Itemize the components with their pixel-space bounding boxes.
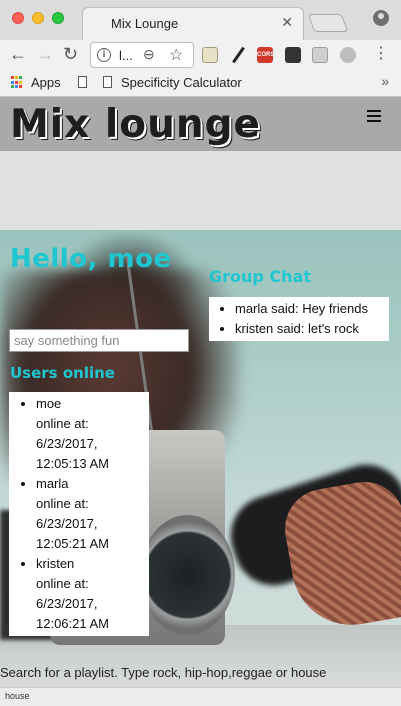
info-icon[interactable]: i [97, 48, 111, 62]
chat-message-list: marla said: Hey friends kristen said: le… [209, 297, 389, 341]
apps-grid-dot [15, 80, 18, 84]
users-online-list: moe online at: 6/23/2017, 12:05:13 AM ma… [9, 392, 149, 636]
tab-title: Mix Lounge [111, 16, 179, 31]
address-text: l... [119, 48, 133, 63]
apps-grid-dot [19, 80, 22, 84]
page-icon [103, 76, 112, 88]
tab-bar: Mix Lounge ✕ [0, 0, 401, 40]
browser-tab[interactable]: Mix Lounge ✕ [82, 7, 304, 40]
chat-message: marla said: Hey friends [235, 299, 383, 319]
user-status-label: online at: [36, 576, 89, 591]
cors-extension-icon[interactable]: CORS [257, 47, 274, 63]
user-status-time: 12:05:21 AM [36, 536, 109, 551]
user-list-item: kristen online at: 6/23/2017, 12:06:21 A… [36, 554, 143, 634]
apps-grid-dot [19, 85, 22, 89]
hero-section: Hello, moe Group Chat marla said: Hey fr… [0, 230, 401, 687]
greeting-heading: Hello, moe [10, 244, 172, 274]
new-tab-button[interactable] [307, 14, 349, 32]
user-status-date: 6/23/2017, [36, 516, 98, 531]
address-bar[interactable]: i l... ⊖ ☆ [90, 42, 194, 68]
apps-grid-dot [11, 85, 14, 89]
playlist-search-hint: Search for a playlist. Type rock, hip-ho… [0, 665, 327, 680]
browser-status-bar: house [0, 687, 401, 706]
header-band [0, 151, 401, 230]
apps-grid-dot [11, 76, 14, 79]
user-status-time: 12:06:21 AM [36, 616, 109, 631]
hamburger-menu-icon[interactable] [367, 110, 381, 122]
apps-grid-dot [15, 85, 18, 89]
window-maximize-button[interactable] [52, 12, 64, 24]
user-status-label: online at: [36, 496, 89, 511]
window-minimize-button[interactable] [32, 12, 44, 24]
browser-toolbar: ← → ↻ i l... ⊖ ☆ CORS ⋮ [0, 40, 401, 70]
group-chat-heading: Group Chat [209, 267, 312, 286]
bookmarks-overflow-icon[interactable]: » [381, 73, 389, 89]
user-name: moe [36, 396, 62, 411]
refresh-extension-icon[interactable] [340, 47, 356, 63]
pen-extension-icon[interactable] [230, 47, 246, 63]
site-logo[interactable]: Mix lounge [10, 103, 261, 147]
bookmark-specificity-calculator[interactable]: Specificity Calculator [121, 75, 242, 90]
page-icon[interactable] [78, 76, 87, 88]
user-status-label: online at: [36, 416, 89, 431]
profile-icon[interactable] [373, 10, 389, 26]
hamburger-bar [367, 110, 381, 112]
tab-close-icon[interactable]: ✕ [281, 14, 293, 31]
message-input[interactable] [9, 329, 189, 352]
hamburger-bar [367, 115, 381, 117]
page-content: Mix lounge Hello, moe Group Chat marla s… [0, 97, 401, 687]
users-online-heading: Users online [10, 364, 115, 382]
user-name: kristen [36, 556, 75, 571]
user-name: marla [36, 476, 69, 491]
back-arrow-icon[interactable]: ← [9, 44, 27, 64]
apps-grid-icon[interactable] [11, 76, 24, 89]
zoom-icon[interactable]: ⊖ [143, 46, 155, 63]
apps-grid-dot [11, 80, 14, 84]
chat-message: kristen said: let's rock [235, 319, 383, 339]
apps-grid-dot [19, 76, 22, 79]
bookmarks-bar: Apps Specificity Calculator » [0, 70, 401, 96]
forward-arrow-icon[interactable]: → [36, 44, 54, 64]
window-close-button[interactable] [12, 12, 24, 24]
user-status-date: 6/23/2017, [36, 436, 98, 451]
user-list-item: moe online at: 6/23/2017, 12:05:13 AM [36, 394, 143, 474]
hamburger-bar [367, 120, 381, 122]
browser-menu-icon[interactable]: ⋮ [373, 44, 389, 64]
boombox-speaker [140, 515, 235, 635]
user-list-item: marla online at: 6/23/2017, 12:05:21 AM [36, 474, 143, 554]
site-header: Mix lounge [0, 97, 401, 151]
eyedropper-extension-icon[interactable] [285, 47, 301, 63]
bookmark-apps[interactable]: Apps [31, 75, 61, 90]
sneaker-image [278, 475, 401, 635]
browser-chrome: Mix Lounge ✕ ← → ↻ i l... ⊖ ☆ CORS ⋮ App… [0, 0, 401, 97]
status-text: house [5, 691, 30, 701]
bookmark-star-icon[interactable]: ☆ [169, 45, 183, 65]
react-extension-icon[interactable] [312, 47, 328, 63]
extension-icon[interactable] [202, 47, 218, 63]
apps-grid-dot [15, 76, 18, 79]
user-status-time: 12:05:13 AM [36, 456, 109, 471]
user-status-date: 6/23/2017, [36, 596, 98, 611]
reload-icon[interactable]: ↻ [63, 44, 78, 64]
